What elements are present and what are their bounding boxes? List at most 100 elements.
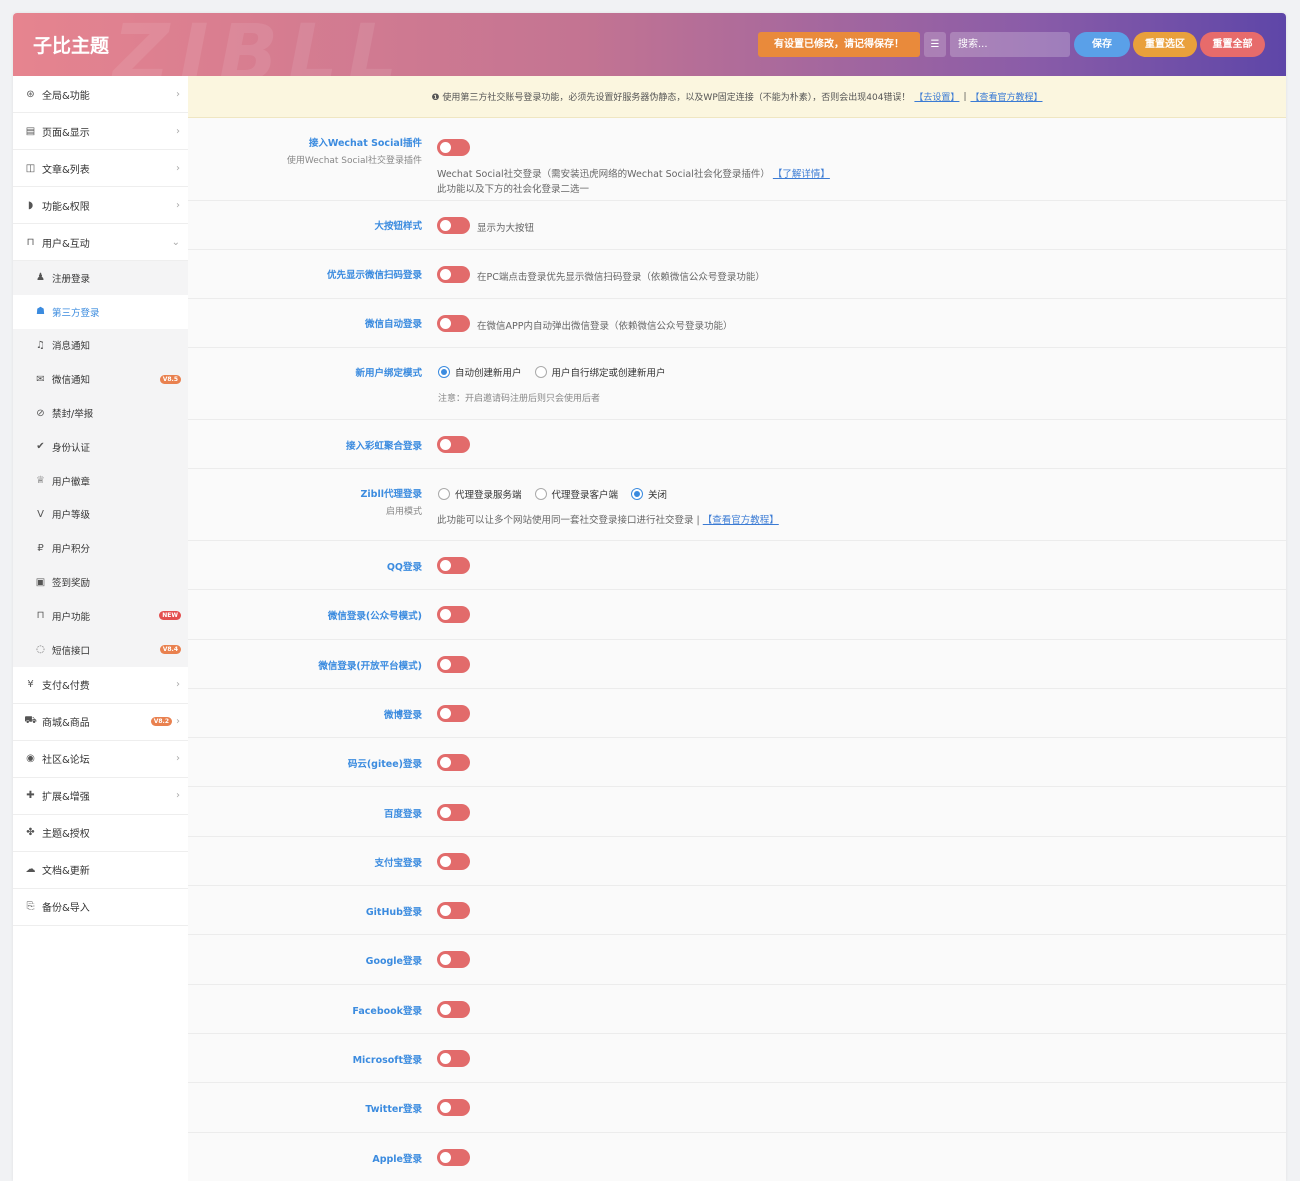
sidebar-item-icon: ⊘: [36, 407, 45, 419]
provider-toggle[interactable]: [437, 902, 470, 920]
setting-desc: 在PC端点击登录优先显示微信扫码登录（依赖微信公众号登录功能）: [477, 272, 765, 283]
sidebar-item-icon: ✉: [36, 373, 45, 385]
setting-title: 微信登录(开放平台模式): [318, 660, 422, 672]
setting-row-wechat-social: 接入Wechat Social插件 使用Wechat Social社交登录插件 …: [188, 118, 1286, 201]
provider-toggle[interactable]: [437, 704, 470, 722]
goto-settings-link[interactable]: 【去设置】: [914, 90, 959, 103]
settings-frame: ZIBLL 子比主题 有设置已修改，请记得保存！ ☰ 搜索... 保存 重置选区…: [13, 13, 1286, 1181]
radio-dot: [438, 366, 450, 378]
setting-title: Twitter登录: [365, 1104, 422, 1116]
radio-auto-create[interactable]: 自动创建新用户: [438, 365, 522, 379]
sidebar-item-sub-10[interactable]: ⊓ 用户功能 NEW: [13, 599, 188, 633]
sidebar-item-label: 用户功能: [52, 611, 91, 623]
sidebar-item-icon: ☗: [36, 306, 45, 318]
provider-toggle[interactable]: [437, 1050, 470, 1067]
sidebar-item-bottom-5[interactable]: ☁ 文档&更新: [13, 852, 188, 889]
sidebar-item-icon: ⊛: [26, 88, 35, 100]
setting-note: 注意：开启邀请码注册后则只会使用后者: [438, 394, 601, 404]
sidebar-item-bottom-1[interactable]: ⛟ 商城&商品 V8.2 ›: [13, 704, 188, 741]
setting-title: 微博登录: [383, 709, 422, 721]
setting-row-provider: Twitter登录: [188, 1083, 1286, 1133]
sidebar-subnav: ♟ 注册登录 ☗ 第三方登录 ♫ 消息通知 ✉ 微信通知 V8.5 ⊘ 禁封/举报 ✔ 身份认证 ♕ 用户徽…: [13, 261, 188, 667]
reset-section-button[interactable]: 重置选区: [1133, 32, 1197, 57]
sidebar-item-sub-4[interactable]: ⊘ 禁封/举报: [13, 396, 188, 430]
radio-proxy-client[interactable]: 代理登录客户端: [534, 487, 618, 501]
setting-row-provider: GitHub登录: [188, 886, 1286, 936]
sidebar-item-label: 主题&授权: [42, 829, 90, 841]
setting-title: Zibll代理登录: [360, 489, 422, 500]
setting-row-provider: 微博登录: [188, 689, 1286, 739]
sidebar-item-label: 功能&权限: [42, 201, 90, 213]
notice-banner: ❶ 使用第三方社交账号登录功能，必须先设置好服务器伪静态，以及WP固定连接（不能…: [188, 76, 1286, 118]
big-button-toggle[interactable]: [437, 217, 470, 234]
wechat-qr-first-toggle[interactable]: [437, 266, 470, 283]
provider-toggle[interactable]: [437, 1148, 470, 1166]
sidebar-item-sub-0[interactable]: ♟ 注册登录: [13, 261, 188, 295]
search-input[interactable]: 搜索...: [950, 32, 1070, 57]
header-bar: ZIBLL 子比主题 有设置已修改，请记得保存！ ☰ 搜索... 保存 重置选区…: [13, 13, 1286, 76]
sidebar-item-label: 消息通知: [52, 341, 91, 353]
provider-toggle[interactable]: [437, 951, 470, 969]
sidebar-item-sub-3[interactable]: ✉ 微信通知 V8.5: [13, 362, 188, 396]
wechat-auto-toggle[interactable]: [437, 315, 470, 332]
version-badge: V8.2: [150, 717, 172, 727]
setting-row-bind-mode: 新用户绑定模式 自动创建新用户 用户自行绑定或创建新用户 注意：开启邀请码注册后…: [188, 348, 1286, 420]
provider-toggle[interactable]: [437, 557, 470, 574]
sidebar-item-bottom-2[interactable]: ◉ 社区&论坛 ›: [13, 741, 188, 778]
chevron-right-icon: ›: [176, 88, 180, 100]
sidebar-item-bottom-4[interactable]: ✤ 主题&授权: [13, 815, 188, 852]
sidebar-item-bottom-3[interactable]: ✚ 扩展&增强 ›: [13, 778, 188, 815]
sidebar-item-top-1[interactable]: ▤ 页面&显示 ›: [13, 113, 188, 150]
sidebar-item-bottom-6[interactable]: ⎘ 备份&导入: [13, 889, 188, 926]
provider-toggle[interactable]: [437, 852, 470, 870]
sidebar-item-sub-6[interactable]: ♕ 用户徽章: [13, 464, 188, 498]
sidebar-item-sub-7[interactable]: V 用户等级: [13, 498, 188, 532]
sidebar-item-top-0[interactable]: ⊛ 全局&功能 ›: [13, 76, 188, 113]
sidebar-item-label: 签到奖励: [52, 578, 91, 590]
setting-title: Google登录: [365, 956, 422, 968]
sidebar-item-label: 身份认证: [52, 442, 91, 454]
sidebar-item-top-2[interactable]: ◫ 文章&列表 ›: [13, 150, 188, 187]
official-tutorial-link[interactable]: 【查看官方教程】: [970, 90, 1042, 103]
sidebar-item-sub-8[interactable]: ₽ 用户积分: [13, 531, 188, 565]
provider-toggle[interactable]: [437, 803, 470, 821]
expand-all-button[interactable]: ☰: [924, 32, 946, 57]
sidebar-item-icon: ☁: [25, 864, 36, 876]
sidebar-item-sub-9[interactable]: ▣ 签到奖励: [13, 565, 188, 599]
sidebar-item-icon: ♕: [36, 475, 45, 487]
chevron-down-icon: ⌄: [171, 236, 180, 248]
radio-self-bind[interactable]: 用户自行绑定或创建新用户: [534, 365, 666, 379]
setting-row-big-button: 大按钮样式 显示为大按钮: [188, 201, 1286, 250]
radio-proxy-server[interactable]: 代理登录服务端: [438, 487, 522, 501]
provider-toggle[interactable]: [437, 655, 470, 673]
reset-all-button[interactable]: 重置全部: [1200, 32, 1265, 57]
chevron-right-icon: ›: [176, 125, 180, 137]
sidebar-item-sub-5[interactable]: ✔ 身份认证: [13, 430, 188, 464]
wechat-social-toggle[interactable]: [437, 139, 470, 156]
provider-toggle[interactable]: [437, 606, 470, 624]
brand-watermark: ZIBLL: [113, 13, 408, 76]
sidebar-item-sub-1[interactable]: ☗ 第三方登录: [13, 294, 188, 329]
radio-dot: [534, 488, 547, 500]
provider-toggle[interactable]: [437, 754, 470, 772]
sidebar: ⊛ 全局&功能 › ▤ 页面&显示 › ◫ 文章&列表 › ◗ 功能&权限 › ⊓ 用户&互动 ⌄ ♟ 注册登…: [13, 76, 188, 1181]
save-button[interactable]: 保存: [1074, 32, 1130, 57]
radio-dot: [438, 488, 450, 500]
provider-toggle[interactable]: [437, 1099, 470, 1117]
setting-desc-2: 此功能以及下方的社会化登录二选一: [437, 184, 590, 195]
sidebar-item-bottom-0[interactable]: ¥ 支付&付费 ›: [13, 667, 188, 704]
sidebar-item-sub-11[interactable]: ◌ 短信接口 V8.4: [13, 633, 188, 667]
setting-desc: 此功能可以让多个网站使用同一套社交登录接口进行社交登录 |: [437, 515, 700, 526]
proxy-tutorial-link[interactable]: 【查看官方教程】: [703, 515, 779, 526]
setting-title: 支付宝登录: [374, 857, 422, 869]
rainbow-toggle[interactable]: [437, 436, 470, 453]
setting-row-provider: 百度登录: [188, 788, 1286, 837]
radio-proxy-off[interactable]: 关闭: [631, 487, 667, 501]
provider-toggle[interactable]: [437, 1000, 470, 1018]
learn-more-link[interactable]: 【了解详情】: [773, 169, 830, 180]
sidebar-item-sub-2[interactable]: ♫ 消息通知: [13, 329, 188, 363]
sidebar-item-label: 注册登录: [52, 273, 91, 285]
sidebar-item-top-3[interactable]: ◗ 功能&权限 ›: [13, 187, 188, 224]
version-badge: V8.4: [159, 645, 181, 655]
sidebar-item-top-4[interactable]: ⊓ 用户&互动 ⌄: [13, 224, 188, 261]
